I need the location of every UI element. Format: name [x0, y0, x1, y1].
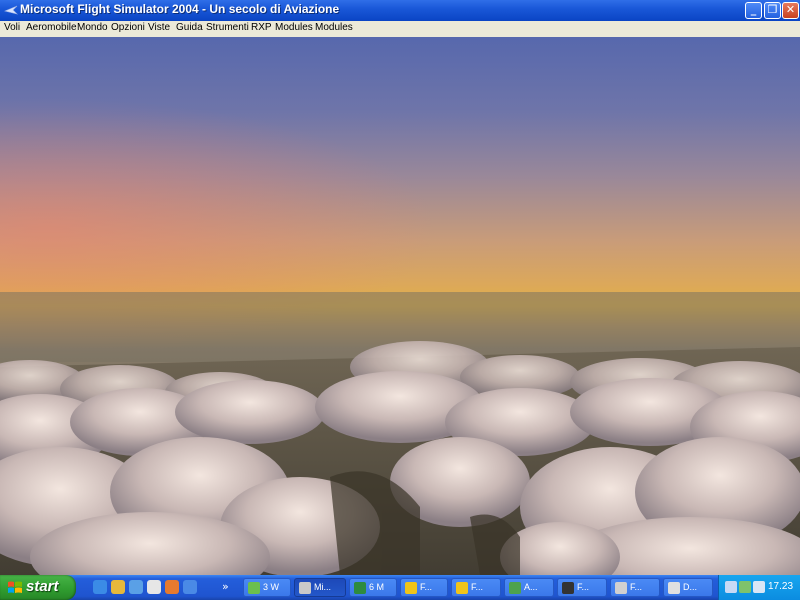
volume-icon[interactable] [753, 581, 765, 593]
plane-icon [615, 582, 627, 594]
task-button-flight-sim[interactable]: Mi... [294, 578, 346, 597]
menu-modules-2[interactable]: Modules [315, 22, 353, 33]
task-label: 6 M [369, 582, 385, 592]
menu-guida[interactable]: Guida [176, 22, 203, 33]
menu-mondo[interactable]: Mondo [77, 22, 108, 33]
menu-rxp[interactable]: RXP [251, 22, 272, 33]
task-label: D... [683, 582, 698, 592]
menu-aeromobile[interactable]: Aeromobile [26, 22, 77, 33]
window-title: Microsoft Flight Simulator 2004 - Un sec… [20, 2, 340, 16]
task-button-plane[interactable]: F... [610, 578, 660, 597]
document-icon [668, 582, 680, 594]
start-button[interactable]: start [0, 575, 76, 600]
task-label: F... [577, 582, 590, 592]
menu-viste[interactable]: Viste [148, 22, 170, 33]
menu-modules-1[interactable]: Modules [275, 22, 313, 33]
task-label: F... [420, 582, 433, 592]
excel-icon [354, 582, 366, 594]
browser-icon[interactable] [147, 580, 161, 594]
start-label: start [26, 578, 59, 595]
media-icon[interactable] [129, 580, 143, 594]
task-button-folder-2[interactable]: F... [451, 578, 501, 597]
menu-bar: Voli Aeromobile Mondo Opzioni Viste Guid… [0, 21, 800, 38]
menu-opzioni[interactable]: Opzioni [111, 22, 145, 33]
users-icon[interactable] [739, 581, 751, 593]
task-label: Mi... [314, 582, 331, 592]
app-icon [4, 5, 18, 15]
cloud-layer [0, 292, 800, 575]
task-label: F... [471, 582, 484, 592]
messenger-icon[interactable] [111, 580, 125, 594]
firefox-icon[interactable] [165, 580, 179, 594]
ie-icon[interactable] [93, 580, 107, 594]
quick-launch-overflow[interactable]: » [222, 580, 229, 593]
task-button-document[interactable]: D... [663, 578, 713, 597]
close-button[interactable]: ✕ [782, 2, 799, 19]
clock[interactable]: 17.23 [768, 581, 793, 592]
maximize-button[interactable]: ❐ [764, 2, 781, 19]
search-icon[interactable] [183, 580, 197, 594]
flight-sim-icon [299, 582, 311, 594]
task-label: A... [524, 582, 538, 592]
menu-strumenti[interactable]: Strumenti [206, 22, 249, 33]
console-icon [562, 582, 574, 594]
windows-logo-icon [8, 581, 22, 593]
network-icon[interactable] [725, 581, 737, 593]
folder-icon [405, 582, 417, 594]
taskbar: start » 3 W Mi... 6 M F... F... A... F..… [0, 575, 800, 600]
menu-voli[interactable]: Voli [4, 22, 20, 33]
task-button-folder-1[interactable]: F... [400, 578, 448, 597]
minimize-button[interactable]: _ [745, 2, 762, 19]
folder-icon [456, 582, 468, 594]
task-label: 3 W [263, 582, 280, 592]
simulator-viewport[interactable] [0, 37, 800, 575]
task-button-explorer[interactable]: 3 W [243, 578, 291, 597]
aircraft-icon [509, 582, 521, 594]
explorer-icon [248, 582, 260, 594]
title-bar[interactable]: Microsoft Flight Simulator 2004 - Un sec… [0, 0, 800, 22]
task-label: F... [630, 582, 643, 592]
task-button-console[interactable]: F... [557, 578, 607, 597]
task-button-excel[interactable]: 6 M [349, 578, 397, 597]
task-button-aircraft[interactable]: A... [504, 578, 554, 597]
